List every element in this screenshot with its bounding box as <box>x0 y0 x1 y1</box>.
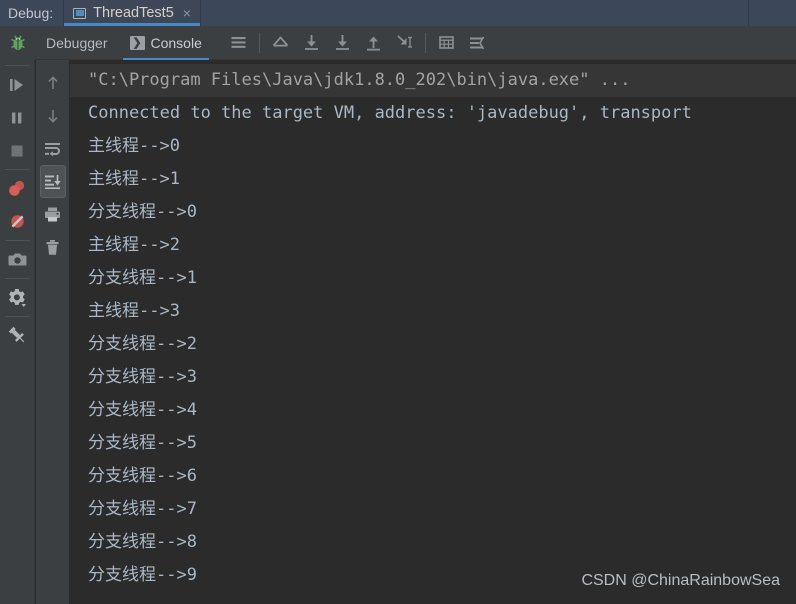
screenshot-icon[interactable] <box>0 243 35 276</box>
tab-threadtest5[interactable]: ThreadTest5 × <box>63 0 201 26</box>
tab-console-label: Console <box>150 34 202 51</box>
rail-separator <box>4 240 30 241</box>
console-line: 分支线程-->6 <box>88 466 197 486</box>
view-breakpoints-icon[interactable] <box>0 172 35 205</box>
toolbar-separator <box>258 32 260 53</box>
console-line: 分支线程-->9 <box>88 565 197 585</box>
console-line: 主线程-->0 <box>88 136 180 156</box>
scroll-to-end-icon[interactable] <box>39 165 66 198</box>
console-line: 分支线程-->3 <box>88 367 197 387</box>
debug-window-label: Debug: <box>8 5 54 21</box>
rail-separator <box>4 278 30 279</box>
rail-separator <box>4 169 30 170</box>
resume-program-icon[interactable] <box>0 68 35 101</box>
rail-separator <box>4 65 30 66</box>
run-configuration-icon <box>73 7 87 19</box>
debug-tool-window-tabbar: Debug: ThreadTest5 × <box>0 0 796 26</box>
evaluate-expression-icon[interactable] <box>431 26 462 60</box>
close-icon[interactable]: × <box>183 6 191 20</box>
console-actions-rail <box>36 60 70 604</box>
mute-breakpoints-icon[interactable] <box>0 205 35 238</box>
soft-wrap-icon[interactable] <box>40 132 66 165</box>
debug-actions-rail <box>0 26 35 604</box>
toolbar-separator <box>424 32 426 53</box>
stop-icon[interactable] <box>0 134 35 167</box>
console-line: 分支线程-->1 <box>88 268 197 288</box>
pin-icon[interactable] <box>0 319 35 352</box>
console-toolbar: Debugger ❯ Console <box>35 26 796 60</box>
force-step-into-icon[interactable] <box>358 26 389 60</box>
run-to-cursor-icon[interactable] <box>389 26 420 60</box>
console-line: 主线程-->2 <box>88 235 180 255</box>
view-breakpoints-icon[interactable] <box>223 26 254 60</box>
tab-debugger-label: Debugger <box>46 34 108 51</box>
pause-program-icon[interactable] <box>0 101 35 134</box>
console-line: 分支线程-->0 <box>88 202 197 222</box>
console-line: 主线程-->3 <box>88 301 180 321</box>
console-line: 分支线程-->2 <box>88 334 197 354</box>
console-line: Connected to the target VM, address: 'ja… <box>88 103 692 123</box>
console-line: 分支线程-->5 <box>88 433 197 453</box>
print-icon[interactable] <box>40 198 66 231</box>
rail-separator <box>4 316 30 317</box>
tab-console[interactable]: ❯ Console <box>119 26 213 60</box>
debug-icon[interactable] <box>0 26 35 60</box>
settings-layout-icon[interactable] <box>462 26 493 60</box>
console-line: 分支线程-->4 <box>88 400 197 420</box>
step-over-icon[interactable] <box>296 26 327 60</box>
clear-all-icon[interactable] <box>40 231 66 264</box>
tab-debugger[interactable]: Debugger <box>35 26 119 60</box>
settings-gear-icon[interactable] <box>0 281 35 314</box>
tab-label: ThreadTest5 <box>93 5 174 21</box>
step-into-icon[interactable] <box>327 26 358 60</box>
console-output[interactable]: "C:\Program Files\Java\jdk1.8.0_202\bin\… <box>70 60 796 604</box>
scroll-down-icon[interactable] <box>40 99 66 132</box>
console-line: 主线程-->1 <box>88 169 180 189</box>
console-icon: ❯ <box>129 35 145 50</box>
tabbar-empty-area <box>201 0 748 26</box>
console-line: 分支线程-->7 <box>88 499 197 519</box>
console-line: 分支线程-->8 <box>88 532 197 552</box>
console-line: "C:\Program Files\Java\jdk1.8.0_202\bin\… <box>70 64 796 97</box>
step-out-icon[interactable] <box>265 26 296 60</box>
scroll-up-icon[interactable] <box>40 66 66 99</box>
tabbar-tail-area <box>749 0 796 26</box>
